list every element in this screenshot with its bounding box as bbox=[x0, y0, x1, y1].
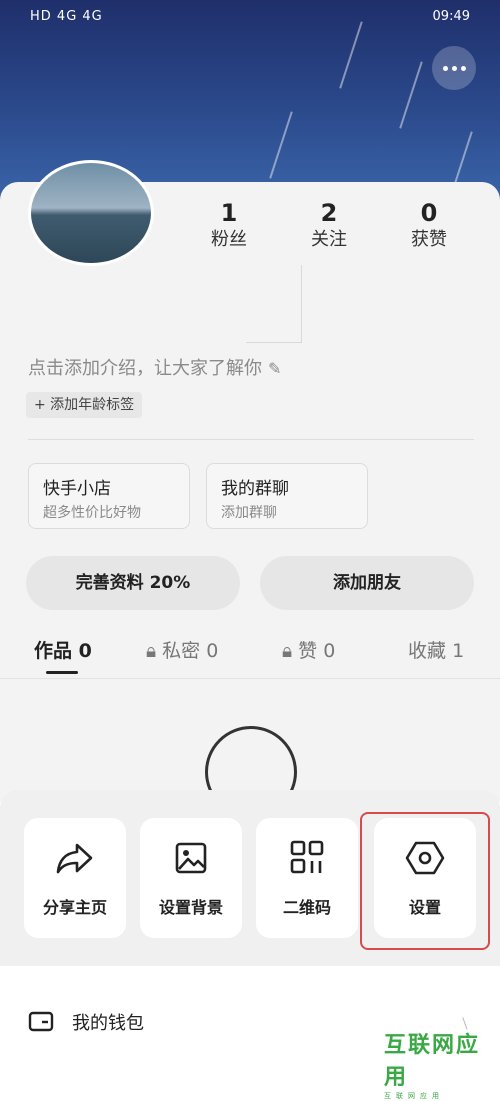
tab-count: 0 bbox=[323, 640, 336, 662]
avatar[interactable] bbox=[28, 160, 154, 266]
add-age-tag-button[interactable]: + 添加年龄标签 bbox=[26, 392, 143, 418]
stat-following[interactable]: 2 关注 bbox=[289, 198, 369, 252]
clock: 09:49 bbox=[432, 9, 470, 24]
guide-line bbox=[246, 342, 302, 343]
wallet-icon bbox=[28, 1010, 54, 1036]
active-tab-indicator bbox=[46, 671, 78, 674]
add-friend-button[interactable]: 添加朋友 bbox=[260, 556, 474, 610]
more-button[interactable] bbox=[432, 46, 476, 90]
kuaishou-shop-card[interactable]: 快手小店 超多性价比好物 bbox=[28, 463, 190, 529]
action-label: 分享主页 bbox=[42, 898, 107, 917]
card-title: 我的群聊 bbox=[221, 479, 289, 499]
tab-label: 收藏 bbox=[408, 640, 447, 662]
watermark-subtext: 互联网应用 bbox=[384, 1092, 444, 1100]
action-label: 二维码 bbox=[282, 898, 331, 917]
edit-pen-icon: ✎ bbox=[268, 359, 282, 378]
card-subtitle: 添加群聊 bbox=[221, 505, 277, 521]
watermark-text: 互联网应用 bbox=[384, 1033, 481, 1090]
tab-label: 赞 bbox=[298, 640, 318, 662]
divider bbox=[0, 678, 500, 679]
lock-icon: 🔒︎ bbox=[282, 640, 293, 662]
lock-icon: 🔒︎ bbox=[146, 640, 157, 662]
action-label: 设置背景 bbox=[158, 898, 223, 917]
divider bbox=[28, 439, 474, 440]
tab-label: 作品 bbox=[34, 640, 73, 662]
set-background-button[interactable]: 设置背景 bbox=[140, 818, 242, 938]
tab-private[interactable]: 🔒︎ 私密 0 bbox=[146, 636, 218, 663]
share-profile-button[interactable]: 分享主页 bbox=[24, 818, 126, 938]
following-count: 2 bbox=[320, 199, 338, 227]
more-dots-icon bbox=[442, 65, 448, 71]
fans-label: 粉丝 bbox=[211, 229, 247, 250]
qr-code-icon bbox=[256, 838, 358, 878]
likes-label: 获赞 bbox=[411, 229, 447, 250]
card-subtitle: 超多性价比好物 bbox=[43, 505, 141, 521]
guide-line bbox=[301, 265, 302, 343]
signal-indicators: HD 4G 4G bbox=[30, 9, 103, 24]
tab-favorites[interactable]: 收藏 1 bbox=[408, 636, 464, 663]
watermark-logo: 互联网应用 互联网应用 bbox=[384, 1027, 488, 1100]
share-icon bbox=[24, 838, 126, 878]
complete-profile-button[interactable]: 完善资料 20% bbox=[26, 556, 240, 610]
image-icon bbox=[140, 838, 242, 878]
tab-works[interactable]: 作品 0 bbox=[34, 636, 92, 663]
card-title: 快手小店 bbox=[43, 479, 111, 499]
intro-placeholder[interactable]: 点击添加介绍，让大家了解你 ✎ bbox=[28, 354, 281, 380]
group-chat-card[interactable]: 我的群聊 添加群聊 bbox=[206, 463, 368, 529]
tab-label: 私密 bbox=[162, 640, 201, 662]
wallet-label: 我的钱包 bbox=[72, 1013, 144, 1034]
fans-count: 1 bbox=[220, 199, 238, 227]
tab-count: 1 bbox=[452, 640, 465, 662]
likes-count: 0 bbox=[420, 199, 438, 227]
qr-code-button[interactable]: 二维码 bbox=[256, 818, 358, 938]
following-label: 关注 bbox=[311, 229, 347, 250]
tab-liked[interactable]: 🔒︎ 赞 0 bbox=[282, 636, 335, 663]
stat-likes[interactable]: 0 获赞 bbox=[389, 198, 469, 252]
settings-highlight-box bbox=[360, 812, 490, 950]
tab-count: 0 bbox=[206, 640, 219, 662]
tab-count: 0 bbox=[78, 640, 92, 662]
intro-text: 点击添加介绍，让大家了解你 bbox=[28, 358, 262, 379]
status-bar: HD 4G 4G 09:49 bbox=[0, 0, 500, 36]
stat-fans[interactable]: 1 粉丝 bbox=[189, 198, 269, 252]
